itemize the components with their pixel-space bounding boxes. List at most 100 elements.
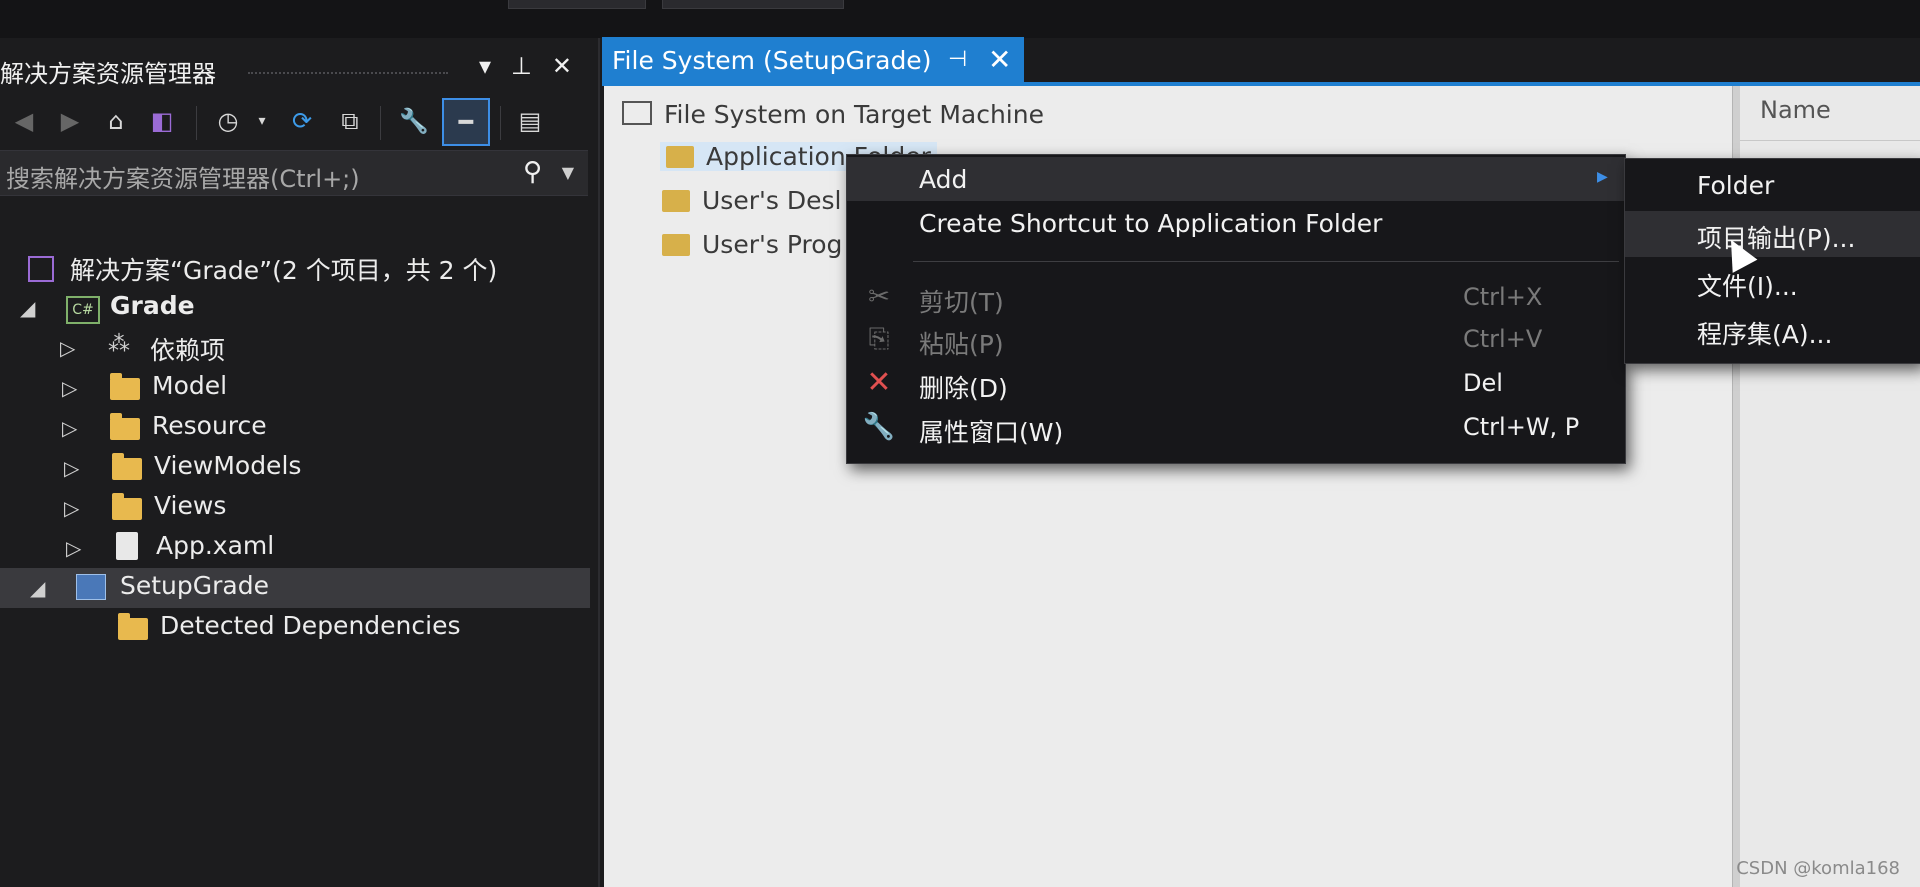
tree-item-label: 依赖项 (150, 336, 226, 365)
toolbar-separator (196, 106, 197, 140)
column-header-name[interactable]: Name (1760, 96, 1831, 124)
tree-item-grade-project[interactable]: ◢ C# Grade (0, 288, 590, 328)
search-icon[interactable]: ⚲ (523, 157, 542, 187)
properties-icon[interactable]: ▤ (514, 104, 546, 138)
csharp-project-icon: C# (66, 296, 100, 324)
menu-item-properties-window[interactable]: 🔧 属性窗口(W) Ctrl+W, P (847, 405, 1625, 449)
menu-item-paste[interactable]: ⎘ 粘贴(P) Ctrl+V (847, 317, 1625, 361)
tree-item-label: Resource (152, 411, 267, 440)
menu-item-label: 删除(D) (919, 374, 1008, 403)
submenu-item-project-output[interactable]: 项目输出(P)... (1625, 211, 1920, 257)
submenu-item-file[interactable]: 文件(I)... (1625, 259, 1920, 305)
menu-item-shortcut: Del (1463, 369, 1503, 397)
solution-icon (28, 256, 54, 282)
refresh-icon[interactable]: ⟳ (286, 104, 318, 138)
tree-item-viewmodels[interactable]: ▷ ViewModels (0, 448, 590, 488)
setup-project-icon (76, 574, 106, 600)
tree-item-label: Grade (110, 291, 195, 320)
menu-item-create-shortcut[interactable]: Create Shortcut to Application Folder (847, 201, 1625, 245)
collapsed-arrow-icon[interactable]: ▷ (62, 376, 77, 400)
folder-icon (662, 234, 690, 256)
toolbar-box (662, 0, 844, 9)
tree-item-label: User's Prog (702, 230, 843, 259)
tree-item-label: SetupGrade (120, 571, 269, 600)
tree-item-app-xaml[interactable]: ▷ App.xaml (0, 528, 590, 568)
toolbar-separator (500, 106, 501, 140)
tab-label: File System (SetupGrade) (612, 46, 932, 75)
tree-item-detected-dependencies[interactable]: Detected Dependencies (0, 608, 590, 648)
close-icon[interactable]: ✕ (988, 43, 1011, 76)
tree-item-label: Detected Dependencies (160, 611, 461, 640)
tree-item-target-machine[interactable]: File System on Target Machine (622, 100, 1044, 129)
tree-item-users-programs-menu[interactable]: User's Prog (662, 230, 842, 259)
expanded-arrow-icon[interactable]: ◢ (30, 576, 45, 600)
tree-item-resource[interactable]: ▷ Resource (0, 408, 590, 448)
ide-top-strip (0, 0, 1920, 38)
tree-item-label: ViewModels (154, 451, 302, 480)
collapsed-arrow-icon[interactable]: ▷ (60, 336, 75, 360)
submenu-arrow-icon: ▶ (1597, 169, 1608, 185)
menu-item-label: 属性窗口(W) (919, 418, 1064, 447)
panel-title: 解决方案资源管理器 (0, 60, 216, 88)
collapse-all-icon[interactable]: ⧉ (334, 104, 366, 138)
toolbar-separator (380, 106, 381, 140)
tree-item-solution[interactable]: 解决方案“Grade”(2 个项目，共 2 个) (0, 248, 590, 288)
tree-item-label: User's Desl (702, 186, 842, 215)
submenu-item-assembly[interactable]: 程序集(A)... (1625, 307, 1920, 353)
menu-item-shortcut: Ctrl+V (1463, 325, 1543, 353)
collapsed-arrow-icon[interactable]: ▷ (64, 496, 79, 520)
menu-item-label: 粘贴(P) (919, 330, 1004, 359)
wrench-icon[interactable]: 🔧 (398, 104, 430, 138)
tree-item-dependencies[interactable]: ▷ ⁂ 依赖项 (0, 328, 590, 368)
menu-item-add[interactable]: Add ▶ (847, 157, 1625, 201)
tab-file-system-setupgrade[interactable]: File System (SetupGrade) ⊣ ✕ (602, 37, 1024, 85)
dependencies-icon: ⁂ (108, 332, 130, 357)
header-divider (1740, 140, 1920, 141)
solution-explorer-title-bar: 解决方案资源管理器 ▾ ⊥ ✕ (0, 46, 590, 92)
pin-icon[interactable]: ⊥ (511, 52, 532, 80)
chevron-down-icon[interactable]: ▼ (562, 163, 574, 182)
submenu-item-folder[interactable]: Folder (1625, 163, 1920, 209)
tree-item-label: App.xaml (156, 531, 275, 560)
toolbar-box (508, 0, 646, 9)
menu-item-label: Add (919, 165, 968, 194)
solution-search-box[interactable]: 搜索解决方案资源管理器(Ctrl+;) ⚲ ▼ (0, 150, 588, 196)
tree-item-views[interactable]: ▷ Views (0, 488, 590, 528)
folder-icon (110, 413, 140, 440)
tree-item-label: Views (154, 491, 227, 520)
menu-item-cut[interactable]: ✂ 剪切(T) Ctrl+X (847, 275, 1625, 319)
search-input[interactable]: 搜索解决方案资源管理器(Ctrl+;) (6, 159, 360, 194)
collapsed-arrow-icon[interactable]: ▷ (66, 536, 81, 560)
tree-item-users-desktop[interactable]: User's Desl (662, 186, 841, 215)
folder-icon (118, 613, 148, 640)
menu-item-label: Create Shortcut to Application Folder (919, 209, 1383, 238)
delete-icon: ✕ (866, 365, 892, 400)
preview-selected-items-icon[interactable]: ━ (442, 98, 490, 146)
chevron-down-icon[interactable]: ▾ (246, 104, 278, 138)
clipboard-icon: ⎘ (868, 324, 890, 354)
solution-explorer-toolbar: ◀ ▶ ⌂ ◧ ◷ ▾ ⟳ ⧉ 🔧 ━ ▤ (0, 96, 590, 146)
tree-item-model[interactable]: ▷ Model (0, 368, 590, 408)
folder-icon (112, 453, 142, 480)
folder-icon (110, 373, 140, 400)
menu-item-shortcut: Ctrl+W, P (1463, 413, 1580, 441)
wrench-icon: 🔧 (862, 412, 896, 442)
vs-switch-view-icon[interactable]: ◧ (146, 104, 178, 138)
tree-item-setupgrade-project[interactable]: ◢ SetupGrade (0, 568, 590, 608)
menu-separator (913, 261, 1619, 262)
back-icon[interactable]: ◀ (8, 104, 40, 138)
close-icon[interactable]: ✕ (552, 52, 572, 80)
collapsed-arrow-icon[interactable]: ▷ (64, 456, 79, 480)
forward-icon[interactable]: ▶ (54, 104, 86, 138)
pending-changes-filter-icon[interactable]: ◷ (212, 104, 244, 138)
home-icon[interactable]: ⌂ (100, 104, 132, 138)
menu-item-label: Folder (1697, 171, 1775, 200)
watermark: CSDN @komla168 (1736, 858, 1900, 879)
collapsed-arrow-icon[interactable]: ▷ (62, 416, 77, 440)
menu-item-delete[interactable]: ✕ 删除(D) Del (847, 361, 1625, 405)
window-position-dropdown-icon[interactable]: ▾ (479, 52, 491, 80)
pin-icon[interactable]: ⊣ (948, 47, 967, 72)
context-menu: Add ▶ Create Shortcut to Application Fol… (846, 154, 1626, 464)
expanded-arrow-icon[interactable]: ◢ (20, 296, 35, 320)
drag-grip[interactable] (248, 72, 448, 76)
